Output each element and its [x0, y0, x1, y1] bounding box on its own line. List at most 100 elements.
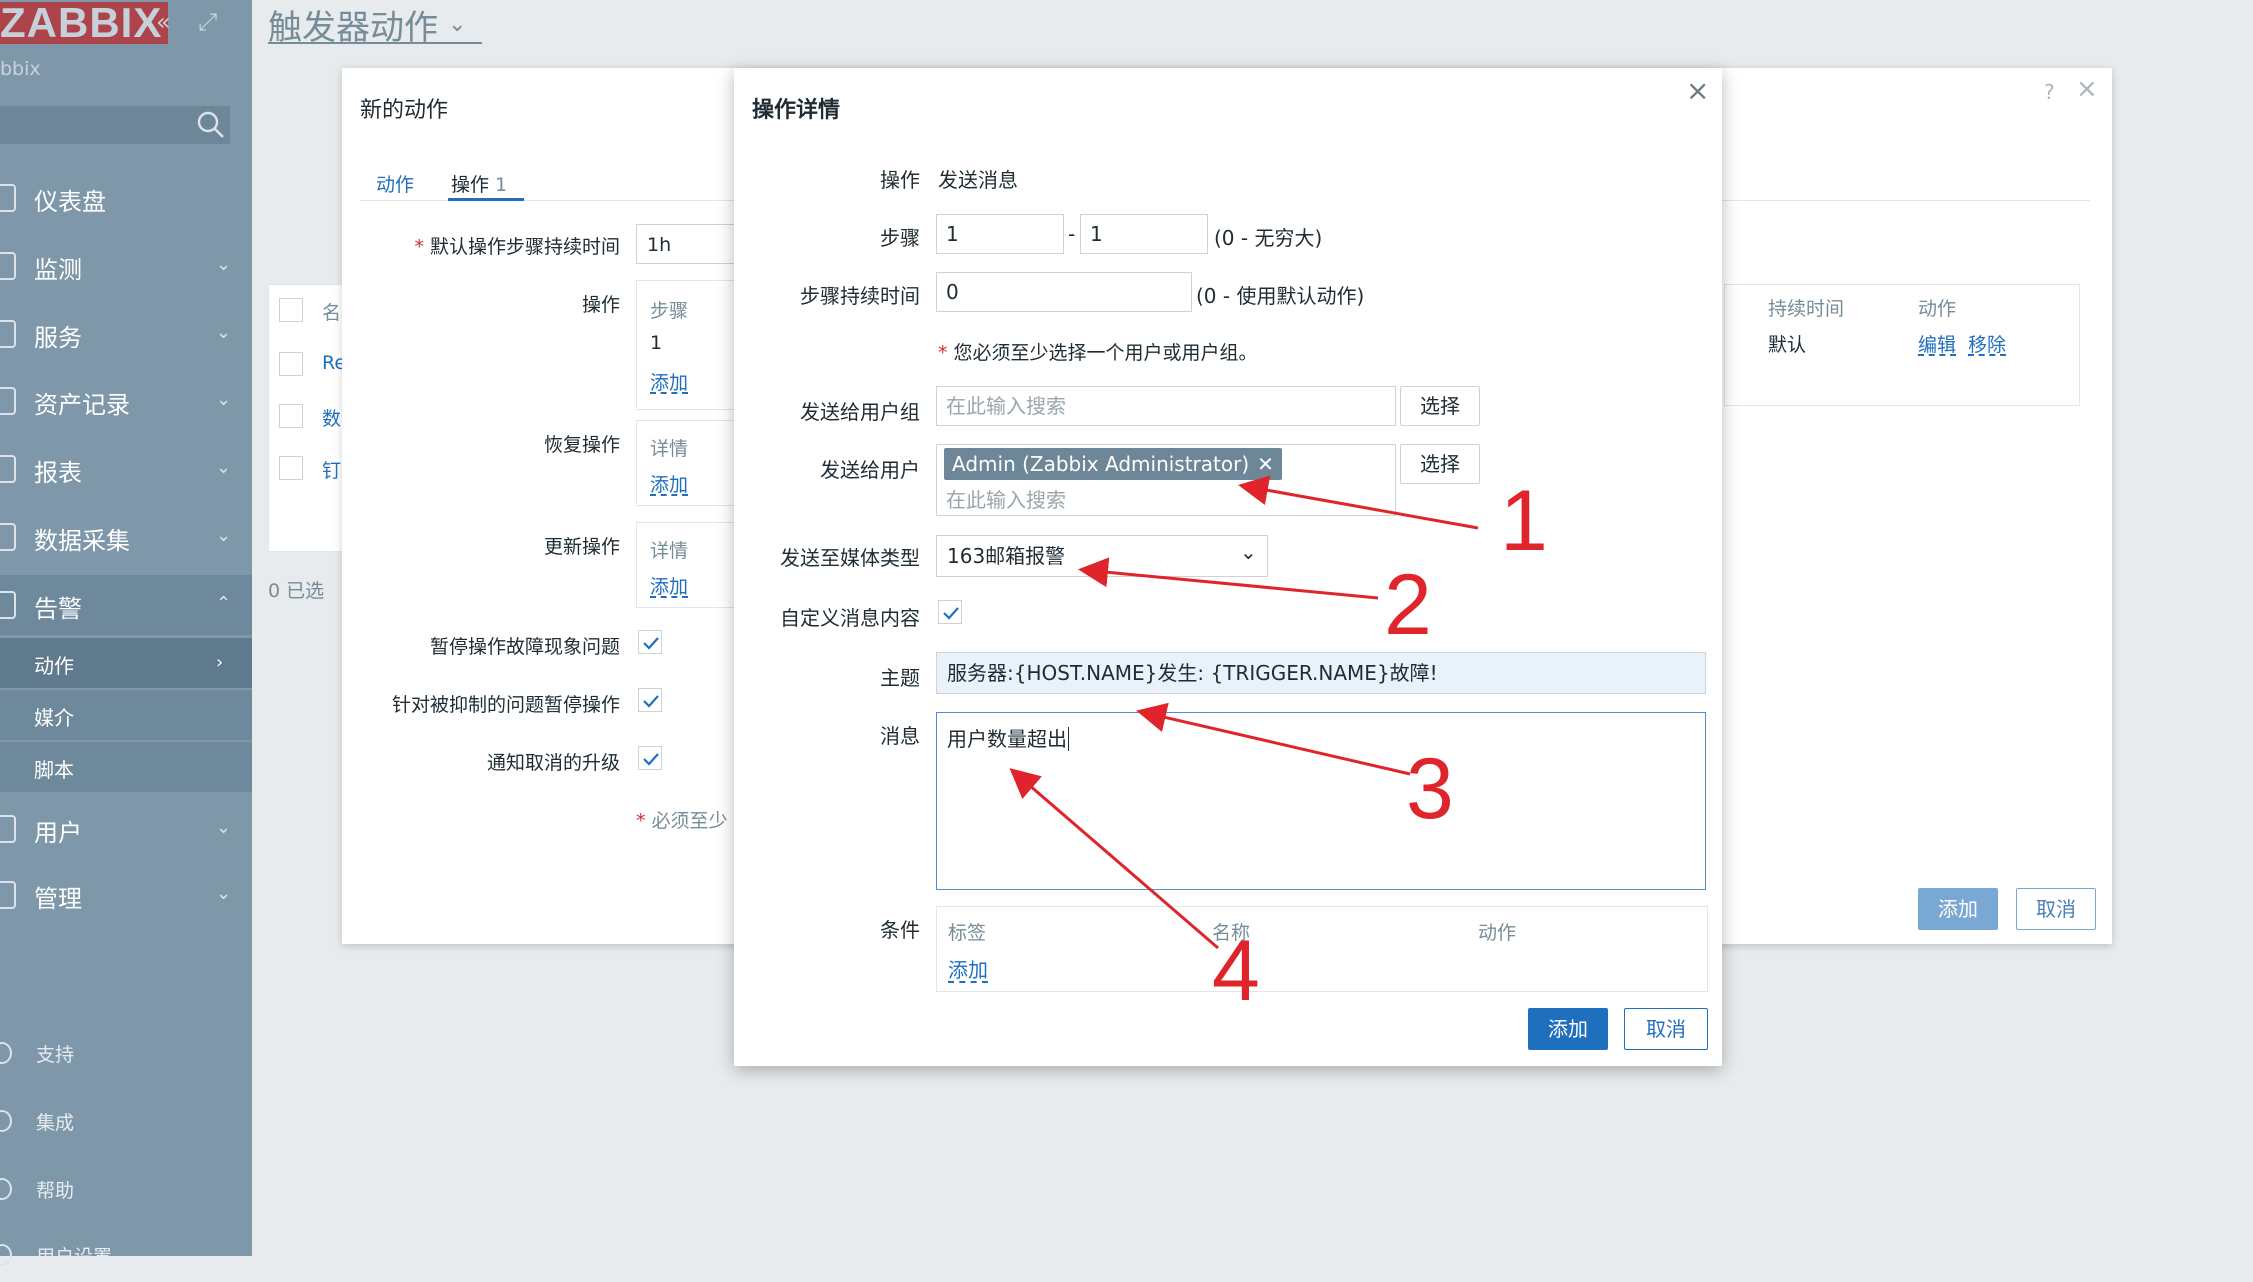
message-textarea[interactable]: 用户数量超出: [936, 712, 1706, 890]
nav-user-settings[interactable]: 用户设置: [0, 1232, 252, 1282]
pause-symptoms-checkbox[interactable]: [638, 630, 662, 654]
step-value: 1: [650, 332, 663, 354]
tab-action[interactable]: 动作: [376, 170, 414, 197]
chevron-up-icon: ⌃: [216, 593, 232, 614]
step-to-input[interactable]: 1: [1080, 214, 1208, 254]
title-underline: [268, 42, 482, 44]
cancel-action-button[interactable]: 取消: [2016, 888, 2096, 930]
users-search-input[interactable]: 在此输入搜索: [946, 484, 1066, 513]
subnav-label: 动作: [34, 654, 74, 678]
nav-data-collection[interactable]: 数据采集 ⌄: [0, 507, 252, 565]
add-condition-link[interactable]: 添加: [948, 954, 988, 983]
chevron-down-icon: ⌄: [216, 457, 232, 478]
nav-label: 仪表盘: [34, 188, 106, 216]
recovery-ops-label: 恢复操作: [543, 434, 620, 456]
user-tag[interactable]: Admin (Zabbix Administrator) ✕: [944, 448, 1282, 480]
help-icon: [0, 1178, 12, 1200]
step-duration-input[interactable]: 0: [936, 272, 1192, 312]
nav-integrations[interactable]: 集成: [0, 1098, 252, 1148]
default-duration-label: * 默认操作步骤持续时间: [414, 236, 620, 258]
table-row-name[interactable]: 钉: [322, 456, 341, 483]
steps-hint: (0 - 无穷大): [1214, 226, 1323, 250]
subnav-scripts[interactable]: 脚本: [0, 742, 252, 792]
nav-help[interactable]: 帮助: [0, 1166, 252, 1216]
update-ops-label: 更新操作: [543, 536, 620, 558]
dashboard-icon: [0, 184, 16, 212]
row-checkbox[interactable]: [279, 404, 303, 428]
nav-label: 支持: [36, 1044, 75, 1066]
cond-header-action: 动作: [1478, 922, 1517, 944]
annotation-number-3: 3: [1406, 741, 1454, 837]
bell-icon: [0, 591, 16, 619]
nav-administration[interactable]: 管理 ⌄: [0, 865, 252, 923]
close-icon[interactable]: ×: [2076, 74, 2098, 104]
hint-text: 您必须至少选择一个用户或用户组。: [953, 342, 1258, 364]
operations-label: 操作: [581, 294, 620, 316]
user-groups-search-input[interactable]: 在此输入搜索: [936, 386, 1396, 426]
label-text: 默认操作步骤持续时间: [429, 236, 620, 258]
send-users-label: 发送给用户: [820, 458, 920, 482]
user-tag-label: Admin (Zabbix Administrator): [952, 452, 1250, 476]
close-icon[interactable]: ×: [1686, 74, 1709, 107]
kiosk-mode-icon[interactable]: ⤢: [198, 8, 217, 36]
nav-dashboard[interactable]: 仪表盘: [0, 168, 252, 226]
media-type-select[interactable]: 163邮箱报警: [936, 535, 1268, 577]
nav-alerts[interactable]: 告警 ⌃: [0, 575, 252, 635]
add-operation-link[interactable]: 添加: [650, 368, 688, 395]
services-icon: [0, 320, 16, 348]
subnav-actions[interactable]: 动作 ›: [0, 638, 252, 688]
nav-monitoring[interactable]: 监测 ⌄: [0, 236, 252, 294]
remove-operation-link[interactable]: 移除: [1968, 330, 2006, 357]
add-update-link[interactable]: 添加: [650, 572, 688, 599]
row-checkbox[interactable]: [279, 352, 303, 376]
operation-label: 操作: [880, 168, 920, 192]
nav-label: 资产记录: [34, 391, 130, 419]
search-icon[interactable]: [196, 110, 226, 140]
subject-label: 主题: [880, 666, 920, 690]
pause-suppressed-checkbox[interactable]: [638, 688, 662, 712]
annotation-number-4: 4: [1212, 923, 1260, 1019]
cancel-button[interactable]: 取消: [1624, 1008, 1708, 1050]
media-type-label: 发送至媒体类型: [780, 546, 920, 570]
duration-value: 默认: [1768, 334, 1807, 356]
edit-operation-link[interactable]: 编辑: [1918, 330, 1956, 357]
chevron-down-icon: ⌄: [216, 525, 232, 546]
message-text: 用户数量超出: [947, 727, 1067, 751]
nav-label: 告警: [34, 595, 82, 623]
nav-reports[interactable]: 报表 ⌄: [0, 439, 252, 497]
subnav-media[interactable]: 媒介: [0, 690, 252, 740]
nav-users[interactable]: 用户 ⌄: [0, 799, 252, 857]
nav-label: 帮助: [36, 1180, 75, 1202]
gear-icon: [0, 881, 16, 909]
active-tab-indicator: [448, 198, 524, 201]
nav-support[interactable]: 支持: [0, 1030, 252, 1080]
chevron-down-icon[interactable]: ⌄: [448, 12, 466, 37]
add-button[interactable]: 添加: [1528, 1008, 1608, 1050]
zabbix-logo[interactable]: ZABBIX: [0, 2, 169, 44]
nav-label: 集成: [36, 1112, 75, 1134]
integrations-icon: [0, 1110, 12, 1132]
select-user-groups-button[interactable]: 选择: [1400, 386, 1480, 426]
collapse-sidebar-icon[interactable]: «: [156, 8, 171, 36]
nav-inventory[interactable]: 资产记录 ⌄: [0, 371, 252, 429]
subject-input[interactable]: 服务器:{HOST.NAME}发生: {TRIGGER.NAME}故障!: [936, 652, 1706, 694]
chevron-down-icon: ⌄: [1240, 540, 1257, 564]
dialog-title: 新的动作: [360, 98, 449, 123]
table-row-name[interactable]: 数: [322, 404, 341, 431]
remove-tag-icon[interactable]: ✕: [1257, 452, 1274, 476]
nav-label: 管理: [34, 885, 82, 913]
row-checkbox[interactable]: [279, 456, 303, 480]
add-action-button[interactable]: 添加: [1918, 888, 1998, 930]
select-users-button[interactable]: 选择: [1400, 444, 1480, 484]
annotation-number-2: 2: [1384, 557, 1432, 653]
steps-label: 步骤: [880, 226, 920, 250]
tab-operations[interactable]: 操作 1: [451, 170, 507, 197]
nav-services[interactable]: 服务 ⌄: [0, 304, 252, 362]
step-duration-label: 步骤持续时间: [800, 284, 920, 308]
step-from-input[interactable]: 1: [936, 214, 1064, 254]
dialog-title: 操作详情: [752, 98, 841, 123]
nav-label: 数据采集: [34, 527, 130, 555]
notify-cancel-checkbox[interactable]: [638, 746, 662, 770]
custom-message-checkbox[interactable]: [938, 600, 962, 624]
help-icon[interactable]: ?: [2044, 80, 2055, 104]
